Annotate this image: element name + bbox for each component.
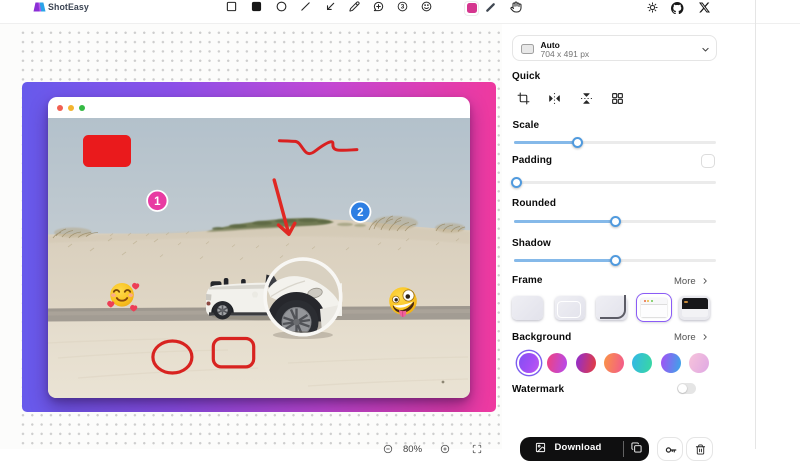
svg-text:1: 1 xyxy=(154,196,161,208)
svg-text:2: 2 xyxy=(357,207,363,219)
svg-text:3: 3 xyxy=(400,4,404,11)
